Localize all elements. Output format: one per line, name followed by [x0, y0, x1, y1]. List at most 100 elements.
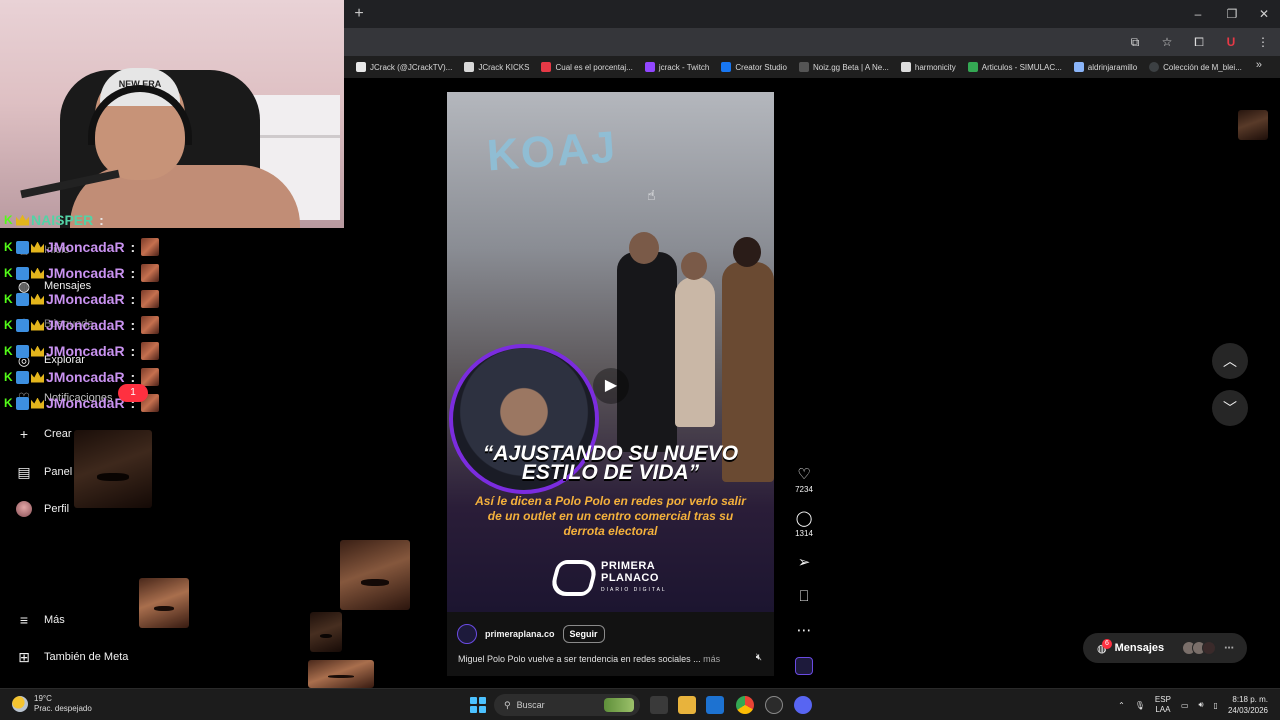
emote-sticker	[74, 430, 152, 508]
like-button[interactable]: ♡ 7234	[786, 466, 822, 496]
harmonicity-icon	[900, 62, 911, 72]
notification-badge: 1	[118, 384, 148, 402]
profile-icon[interactable]: U	[1222, 33, 1240, 51]
subscriber-badge-icon	[16, 344, 29, 358]
primera-plana-logo-icon	[548, 560, 600, 596]
author-avatar[interactable]	[457, 624, 477, 644]
bookmark[interactable]: aldrinjaramillo	[1073, 62, 1137, 72]
more-bookmarks-icon[interactable]: »	[1256, 59, 1262, 71]
folder-icon	[1073, 62, 1084, 72]
maximize-button[interactable]: ❐	[1218, 4, 1246, 24]
comment-button[interactable]: ◯ 1314	[786, 510, 822, 540]
cast-icon[interactable]: ⧉	[1126, 33, 1144, 51]
audio-avatar[interactable]	[795, 657, 813, 675]
sidebar-item-mas[interactable]: ≡ Más	[16, 612, 65, 628]
next-reel-button[interactable]: ﹀	[1212, 390, 1248, 426]
bookmark-icon: ⎕	[799, 588, 809, 605]
kick-badge-icon: K	[4, 240, 13, 254]
menu-icon: ≡	[19, 612, 29, 628]
clock[interactable]: 8:18 p. m. 24/03/2026	[1228, 694, 1268, 716]
weather-widget[interactable]: 19°C Prac. despejado	[12, 694, 92, 714]
author-name[interactable]: primeraplana.co	[485, 629, 555, 639]
subscriber-badge-icon	[16, 396, 29, 410]
extensions-icon[interactable]: ⧠	[1190, 33, 1208, 51]
comment-icon: ◯	[795, 510, 813, 527]
outlook-icon[interactable]	[706, 696, 724, 714]
bookmark[interactable]: Articulos - SIMULAC...	[967, 62, 1062, 72]
file-explorer-icon[interactable]	[678, 696, 696, 714]
sidebar-item-crear[interactable]: + Crear	[16, 426, 72, 442]
volume-icon[interactable]: 🔊︎	[1199, 700, 1204, 710]
obs-icon[interactable]	[765, 696, 783, 714]
play-icon[interactable]: ▶	[593, 368, 629, 404]
emote-icon	[141, 342, 160, 360]
subscriber-badge-icon	[16, 318, 29, 332]
emote-sticker	[308, 660, 374, 688]
crown-badge-icon	[31, 397, 44, 409]
language-indicator[interactable]: ESP LAA	[1155, 695, 1171, 715]
share-button[interactable]: ➢	[786, 554, 822, 572]
chevron-up-icon[interactable]: ⌃	[1118, 701, 1125, 710]
subscriber-badge-icon	[16, 370, 29, 384]
shopper	[617, 252, 677, 452]
previous-reel-button[interactable]: ︿	[1212, 343, 1248, 379]
bookmark[interactable]: harmonicity	[900, 62, 956, 72]
plus-icon: +	[19, 426, 29, 442]
kebab-menu-icon[interactable]: ⋮	[1254, 33, 1272, 51]
bookmark[interactable]: Noiz.gg Beta | A Ne...	[798, 62, 889, 72]
meta-icon: ⊞	[18, 649, 30, 665]
search-highlight-icon	[604, 698, 634, 712]
chat-message: K JMoncadaR :	[4, 238, 160, 256]
reel-post[interactable]: KOAJ ▶ “AJUSTANDO SU NUEVO ESTILO DE VID…	[447, 92, 774, 676]
minimize-button[interactable]: –	[1184, 4, 1212, 24]
bookmark[interactable]: JCrack KICKS	[464, 62, 529, 72]
new-tab-button[interactable]: +	[350, 5, 368, 23]
bookmark[interactable]: Colección de M_blei...	[1149, 62, 1242, 72]
chat-message: K JMoncadaR :	[4, 342, 160, 360]
subscriber-badge-icon	[16, 240, 29, 254]
bookmark[interactable]: jcrack - Twitch	[644, 62, 709, 72]
mute-icon[interactable]: 🔇︎	[756, 652, 762, 663]
like-count: 7234	[795, 485, 813, 494]
close-button[interactable]: ✕	[1250, 4, 1278, 24]
follow-button[interactable]: Seguir	[562, 625, 605, 643]
windows-start-icon[interactable]	[470, 697, 486, 713]
more-options-button[interactable]: ⋯	[786, 622, 822, 640]
bookmark[interactable]: JCrack (@JCrackTV)...	[356, 62, 452, 72]
bookmarks-bar: JCrack (@JCrackTV)... JCrack KICKS Cual …	[344, 56, 1280, 78]
drive-icon	[967, 62, 978, 72]
caption-more-link[interactable]: más	[703, 654, 720, 664]
battery-icon[interactable]: ▯	[1214, 701, 1218, 710]
chat-message: K JMoncadaR :	[4, 264, 160, 282]
chrome-icon[interactable]	[736, 696, 754, 714]
search-icon: ⚲	[504, 699, 511, 710]
author-row: primeraplana.co Seguir	[457, 624, 605, 644]
bookmark[interactable]: Creator Studio	[721, 62, 787, 72]
kick-badge-icon: K	[4, 370, 13, 384]
sidebar-item-tambien-de-meta[interactable]: ⊞ También de Meta	[16, 649, 128, 665]
emote-icon	[141, 290, 160, 308]
windows-taskbar: 19°C Prac. despejado ⚲ Buscar ⌃ 🎙︎ ESP LAA…	[0, 688, 1280, 720]
reel-footer: primeraplana.co Seguir Miguel Polo Polo …	[447, 612, 774, 676]
reel-video[interactable]: KOAJ ▶ “AJUSTANDO SU NUEVO ESTILO DE VID…	[447, 92, 774, 612]
display-icon[interactable]: ▭	[1181, 701, 1189, 710]
sidebar-item-perfil[interactable]: Perfil	[16, 501, 69, 517]
reel-caption: Miguel Polo Polo vuelve a ser tendencia …	[458, 654, 721, 664]
reel-headline: “AJUSTANDO SU NUEVO ESTILO DE VIDA”	[482, 442, 739, 484]
bookmark[interactable]: Cual es el porcentaj...	[541, 62, 633, 72]
browser-tab-bar: + – ❐ ✕	[344, 0, 1280, 28]
discord-icon[interactable]	[794, 696, 812, 714]
emote-sticker	[310, 612, 342, 652]
streamer-webcam: NEW ERA	[0, 0, 344, 228]
more-icon: ⋯	[796, 622, 812, 639]
emote-sticker	[340, 540, 410, 610]
taskbar-search[interactable]: ⚲ Buscar	[494, 694, 640, 716]
crown-badge-icon	[31, 241, 44, 253]
task-view-icon[interactable]	[650, 696, 668, 714]
save-button[interactable]: ⎕	[786, 588, 822, 606]
comment-count: 1314	[795, 529, 813, 538]
crown-badge-icon	[31, 319, 44, 331]
sidebar-item-panel[interactable]: ▤ Panel	[16, 464, 72, 480]
microphone-icon[interactable]: 🎙︎	[1135, 701, 1145, 710]
star-icon[interactable]: ☆	[1158, 33, 1176, 51]
